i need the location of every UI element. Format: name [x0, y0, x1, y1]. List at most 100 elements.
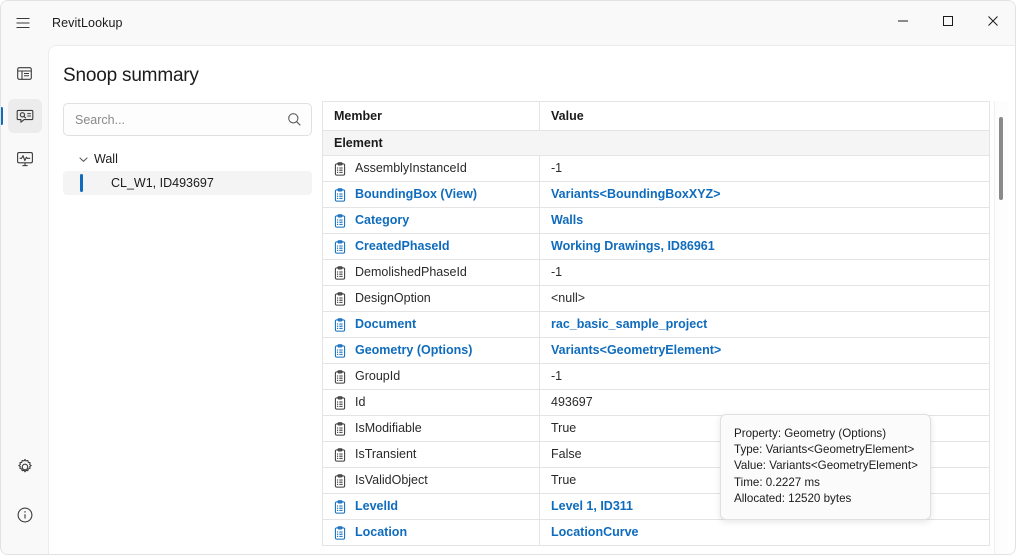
- member-cell[interactable]: Location: [323, 520, 540, 546]
- property-tooltip: Property: Geometry (Options)Type: Varian…: [720, 414, 931, 520]
- property-icon: [333, 344, 347, 358]
- value-cell[interactable]: -1: [540, 260, 990, 286]
- value-cell[interactable]: Variants<GeometryElement>: [540, 338, 990, 364]
- tooltip-line: Type: Variants<GeometryElement>: [734, 442, 917, 458]
- maximize-button[interactable]: [925, 1, 970, 41]
- table-row[interactable]: AssemblyInstanceId -1: [323, 156, 990, 182]
- content-card: Snoop summary Search...: [48, 45, 1016, 555]
- property-icon: [333, 396, 347, 410]
- property-icon: [333, 422, 347, 436]
- table-header: Member Value: [323, 102, 990, 131]
- member-value: -1: [540, 364, 989, 389]
- member-value: Walls: [540, 208, 989, 233]
- tree-item-wall[interactable]: Wall: [63, 147, 312, 171]
- member-cell[interactable]: LevelId: [323, 494, 540, 520]
- hamburger-menu-button[interactable]: [1, 1, 45, 45]
- property-icon: [333, 188, 347, 202]
- member-name: Category: [355, 214, 409, 227]
- member-value: Working Drawings, ID86961: [540, 234, 989, 259]
- rail-item-snoop[interactable]: [8, 99, 42, 133]
- scrollbar-thumb[interactable]: [999, 117, 1003, 200]
- member-cell[interactable]: IsValidObject: [323, 468, 540, 494]
- member-name: IsModifiable: [355, 422, 422, 435]
- member-cell[interactable]: Id: [323, 390, 540, 416]
- member-cell[interactable]: IsTransient: [323, 442, 540, 468]
- table-row[interactable]: BoundingBox (View) Variants<BoundingBoxXY…: [323, 182, 990, 208]
- value-cell[interactable]: LocationCurve: [540, 520, 990, 546]
- property-icon: [333, 526, 347, 540]
- member-name: IsTransient: [355, 448, 416, 461]
- search-box[interactable]: Search...: [63, 103, 312, 136]
- property-icon: [333, 162, 347, 176]
- member-value: 493697: [540, 390, 989, 415]
- member-name: IsValidObject: [355, 474, 428, 487]
- tree-item-cl-w1[interactable]: CL_W1, ID493697: [63, 171, 312, 195]
- table-row[interactable]: Geometry (Options)Variants<GeometryEleme…: [323, 338, 990, 364]
- member-cell[interactable]: Document: [323, 312, 540, 338]
- table-row[interactable]: CreatedPhaseIdWorking Drawings, ID86961: [323, 234, 990, 260]
- title-bar: RevitLookup: [1, 1, 1015, 45]
- member-cell[interactable]: CreatedPhaseId: [323, 234, 540, 260]
- snoop-search-panel-icon: [16, 107, 34, 125]
- app-title: RevitLookup: [52, 16, 123, 30]
- tooltip-line: Value: Variants<GeometryElement>: [734, 458, 917, 474]
- value-cell[interactable]: Working Drawings, ID86961: [540, 234, 990, 260]
- property-icon: [333, 318, 347, 332]
- column-header-value[interactable]: Value: [540, 102, 990, 131]
- column-header-member[interactable]: Member: [323, 102, 540, 131]
- property-icon: [333, 292, 347, 306]
- chevron-down-icon[interactable]: [72, 154, 94, 165]
- value-cell[interactable]: rac_basic_sample_project: [540, 312, 990, 338]
- member-cell[interactable]: DemolishedPhaseId: [323, 260, 540, 286]
- table-row[interactable]: GroupId -1: [323, 364, 990, 390]
- value-cell[interactable]: -1: [540, 364, 990, 390]
- property-icon: [333, 214, 347, 228]
- member-cell[interactable]: GroupId: [323, 364, 540, 390]
- rail-item-about[interactable]: [8, 498, 42, 532]
- member-value: rac_basic_sample_project: [540, 312, 989, 337]
- table-row[interactable]: DesignOption<null>: [323, 286, 990, 312]
- table-row[interactable]: Id 493697: [323, 390, 990, 416]
- search-input[interactable]: Search...: [75, 113, 125, 127]
- minimize-button[interactable]: [880, 1, 925, 41]
- window-panel-icon: [16, 65, 33, 82]
- table-group-label: Element: [323, 131, 990, 156]
- table-row[interactable]: Category Walls: [323, 208, 990, 234]
- app-window: RevitLookup: [0, 0, 1016, 555]
- search-icon[interactable]: [287, 112, 302, 132]
- value-cell[interactable]: 493697: [540, 390, 990, 416]
- member-name: BoundingBox (View): [355, 188, 477, 201]
- member-cell[interactable]: AssemblyInstanceId: [323, 156, 540, 182]
- table-group-row: Element: [323, 131, 990, 156]
- value-cell[interactable]: <null>: [540, 286, 990, 312]
- table-row[interactable]: LocationLocationCurve: [323, 520, 990, 546]
- gear-icon: [16, 458, 34, 476]
- value-cell[interactable]: Variants<BoundingBoxXYZ>: [540, 182, 990, 208]
- table-row[interactable]: Documentrac_basic_sample_project: [323, 312, 990, 338]
- table-row[interactable]: DemolishedPhaseId -1: [323, 260, 990, 286]
- member-cell[interactable]: BoundingBox (View): [323, 182, 540, 208]
- rail-item-events[interactable]: [8, 142, 42, 176]
- value-cell[interactable]: Walls: [540, 208, 990, 234]
- tooltip-line: Allocated: 12520 bytes: [734, 491, 917, 507]
- table-header-row: Member Value: [323, 102, 990, 131]
- member-name: Id: [355, 396, 365, 409]
- element-tree: Wall CL_W1, ID493697: [63, 147, 312, 195]
- member-name: AssemblyInstanceId: [355, 162, 467, 175]
- page-title: Snoop summary: [63, 65, 199, 87]
- rail-item-dashboard[interactable]: [8, 56, 42, 90]
- maximize-icon: [942, 15, 954, 27]
- property-icon: [333, 240, 347, 254]
- tooltip-line: Property: Geometry (Options): [734, 426, 917, 442]
- close-button[interactable]: [970, 1, 1015, 41]
- value-cell[interactable]: -1: [540, 156, 990, 182]
- member-cell[interactable]: Geometry (Options): [323, 338, 540, 364]
- member-cell[interactable]: IsModifiable: [323, 416, 540, 442]
- member-cell[interactable]: DesignOption: [323, 286, 540, 312]
- member-name: GroupId: [355, 370, 400, 383]
- member-cell[interactable]: Category: [323, 208, 540, 234]
- table-scrollbar[interactable]: [994, 101, 1008, 555]
- member-name: DemolishedPhaseId: [355, 266, 467, 279]
- rail-item-settings[interactable]: [8, 450, 42, 484]
- minimize-icon: [897, 15, 909, 27]
